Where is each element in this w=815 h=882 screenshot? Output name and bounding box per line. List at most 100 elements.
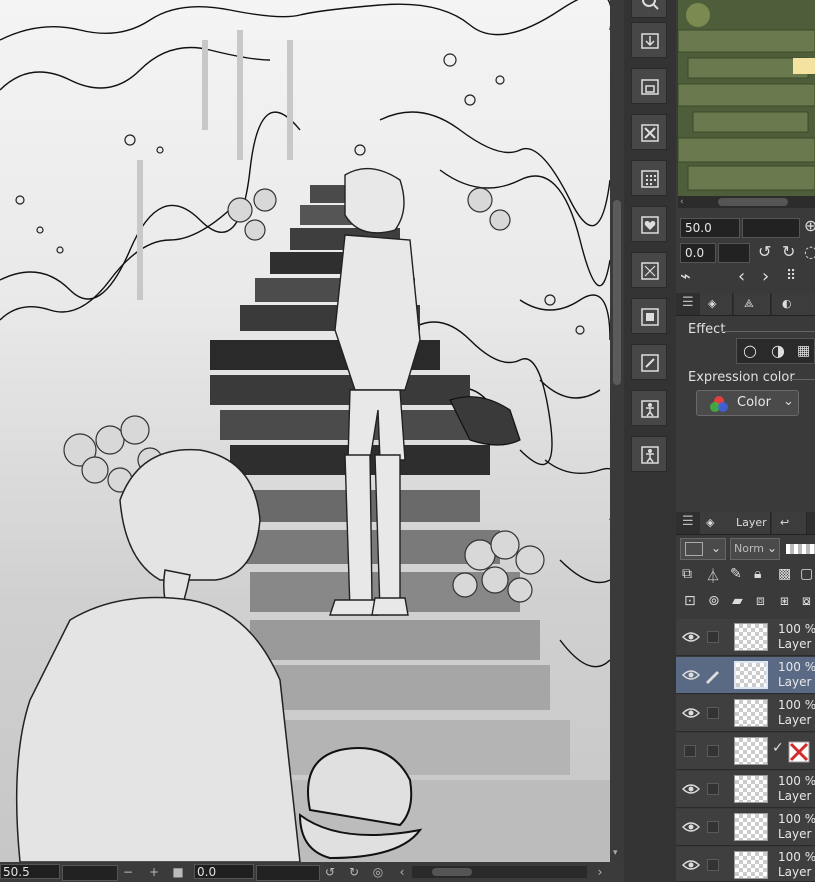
color-wheel-icon: ◐ <box>782 297 792 310</box>
hscroll-thumb[interactable] <box>432 868 472 876</box>
layer-checkbox[interactable] <box>707 745 719 757</box>
transfer-down-icon[interactable]: ⧈ <box>756 593 765 609</box>
person-frame-button[interactable] <box>631 436 667 472</box>
effect-border-icon[interactable]: ◑ <box>771 341 785 360</box>
layer-row[interactable]: 100 % Layer <box>676 771 815 808</box>
blend-mode-select[interactable]: Norm ⌄ <box>730 538 780 560</box>
new-raster-layer-icon[interactable]: ⊡ <box>684 593 696 609</box>
person-frame-icon <box>641 446 659 464</box>
drawing-canvas[interactable] <box>0 0 610 862</box>
navigator-rotation-field[interactable]: 0.0 <box>680 243 716 263</box>
tab-color[interactable]: ◐ <box>772 293 815 315</box>
edit-button[interactable] <box>631 344 667 380</box>
navigator-zoom-slider[interactable] <box>742 218 800 238</box>
layer-checkbox[interactable] <box>707 707 719 719</box>
zoom-in-icon[interactable]: ⊕ <box>804 216 815 235</box>
merge-down-icon[interactable]: ⧆ <box>780 593 789 609</box>
rgb-circles-icon <box>710 396 728 412</box>
rotate-right-icon[interactable]: ↻ <box>346 863 362 881</box>
navigator-rotation-slider[interactable] <box>718 243 750 263</box>
menu-icon[interactable]: ☰ <box>682 295 694 310</box>
layer-row[interactable]: 100 % Layer <box>676 619 815 656</box>
effect-tone-icon[interactable]: ▦ <box>797 343 810 359</box>
navigator-zoom-field[interactable]: 50.0 <box>680 218 740 238</box>
grid-button[interactable] <box>631 160 667 196</box>
new-folder-icon[interactable]: ▰ <box>732 593 743 609</box>
clip-layer-icon[interactable]: ⧉ <box>682 566 692 582</box>
layer-checkbox[interactable] <box>707 859 719 871</box>
scroll-right-arrow-icon[interactable]: › <box>592 863 608 881</box>
export-button[interactable] <box>631 22 667 58</box>
layer-thumbnail <box>734 813 768 841</box>
lock-icon[interactable]: 🔒︎ <box>754 566 761 582</box>
transform-icon <box>641 262 659 280</box>
save-button[interactable] <box>631 68 667 104</box>
checkmark-icon: ✓ <box>772 740 784 756</box>
layer-thumbnail <box>734 737 768 765</box>
transform-button[interactable] <box>631 252 667 288</box>
tab-layer[interactable]: ◈ Layer <box>700 512 771 534</box>
reset-rotation-icon[interactable]: ◎ <box>370 863 386 881</box>
layer-checkbox[interactable] <box>707 631 719 643</box>
layer-color-select[interactable]: ⌄ <box>680 538 726 560</box>
person-button[interactable] <box>631 390 667 426</box>
nav-scroll-left-icon[interactable]: ‹ <box>680 197 684 207</box>
opacity-slider[interactable] <box>786 544 815 554</box>
scrollbar-thumb[interactable] <box>613 200 621 385</box>
lock-transparency-icon[interactable]: ▩ <box>778 566 791 582</box>
tab-history[interactable]: ↩ <box>772 512 807 534</box>
layer-row[interactable]: 100 % Layer <box>676 847 815 882</box>
image-button[interactable] <box>631 298 667 334</box>
effect-none-icon[interactable]: ○ <box>743 341 757 360</box>
canvas-vertical-scrollbar[interactable]: ▾ <box>610 0 624 862</box>
favorite-button[interactable] <box>631 206 667 242</box>
eye-icon[interactable] <box>682 820 700 834</box>
eye-icon[interactable] <box>682 668 700 682</box>
zoom-out-button[interactable]: − <box>120 863 136 881</box>
expression-color-select[interactable]: Color ⌄ <box>696 390 799 416</box>
reset-icon[interactable]: ◌ <box>804 242 815 261</box>
layer-checkbox[interactable] <box>707 783 719 795</box>
nav-scroll-thumb[interactable] <box>718 198 788 206</box>
grid-dots-icon[interactable]: ⠿ <box>786 268 796 284</box>
scroll-down-arrow-icon[interactable]: ▾ <box>613 848 618 858</box>
navigator-preview[interactable] <box>678 0 815 196</box>
scroll-left-arrow-icon[interactable]: ‹ <box>394 863 410 881</box>
zoom-slider[interactable] <box>62 865 118 881</box>
menu-icon[interactable]: ☰ <box>682 514 694 529</box>
rotate-right-icon[interactable]: ↻ <box>782 242 795 261</box>
new-vector-layer-icon[interactable]: ⊚ <box>708 593 720 609</box>
eye-icon[interactable] <box>682 630 700 644</box>
visibility-checkbox[interactable] <box>684 745 696 757</box>
layer-row[interactable]: 100 % Layer <box>676 809 815 846</box>
navigator-scrollbar[interactable]: ‹ <box>678 196 815 208</box>
rotate-left-icon[interactable]: ↺ <box>322 863 338 881</box>
command-bar <box>624 0 676 882</box>
eyedropper-icon[interactable]: ⌁ <box>680 266 691 287</box>
eye-icon[interactable] <box>682 782 700 796</box>
layer-row[interactable]: 100 % Layer <box>676 695 815 732</box>
chevron-left-icon[interactable]: ‹ <box>738 266 745 287</box>
horizontal-scrollbar[interactable] <box>412 866 587 878</box>
rotate-left-icon[interactable]: ↺ <box>758 242 771 261</box>
zoom-field[interactable]: 50.5 <box>0 864 60 879</box>
layer-row-selected[interactable]: 100 % Layer <box>676 657 815 694</box>
mask-icon[interactable]: ▢ <box>800 566 813 582</box>
search-button[interactable] <box>631 0 667 18</box>
rotation-field[interactable]: 0.0 <box>194 864 254 879</box>
eye-icon[interactable] <box>682 858 700 872</box>
chevron-right-icon[interactable]: › <box>762 266 769 287</box>
tab-layer-label: Layer <box>736 516 767 529</box>
layer-checkbox[interactable] <box>707 821 719 833</box>
zoom-in-button[interactable]: + <box>146 863 162 881</box>
fit-square-icon[interactable]: ■ <box>170 863 186 881</box>
draft-layer-icon[interactable]: ✎ <box>730 566 742 582</box>
layer-row[interactable]: ✓ <box>676 733 815 770</box>
reference-layer-icon[interactable]: ⏃ <box>706 566 720 586</box>
eye-icon[interactable] <box>682 706 700 720</box>
tab-sub-tool[interactable]: ⟁ <box>734 293 771 315</box>
tab-tool-property[interactable]: ◈ <box>700 293 733 315</box>
rotation-slider[interactable] <box>256 865 320 881</box>
close-button[interactable] <box>631 114 667 150</box>
mask-add-icon[interactable]: ⧇ <box>802 593 811 609</box>
